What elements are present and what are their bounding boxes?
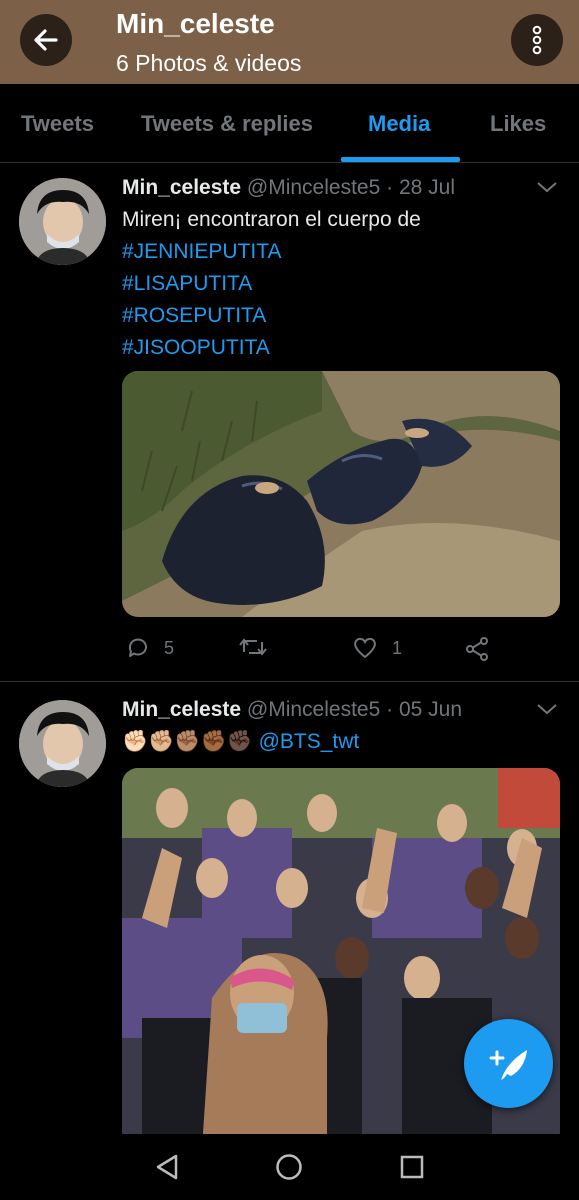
tab-tweets[interactable]: Tweets <box>21 111 94 137</box>
author-handle-date: @Minceleste5 · 28 Jul <box>246 176 455 199</box>
retweet-icon <box>239 638 267 656</box>
avatar-photo <box>19 700 106 787</box>
square-recents-icon <box>400 1155 424 1179</box>
tweet-header: Min_celeste @Minceleste5 · 05 Jun <box>122 698 462 722</box>
top-bar: Min_celeste 6 Photos & videos <box>0 0 579 84</box>
author-handle-date: @Minceleste5 · 05 Jun <box>246 698 462 721</box>
tab-likes[interactable]: Likes <box>490 111 546 137</box>
tab-media[interactable]: Media <box>368 111 430 137</box>
like-button[interactable]: 1 <box>352 636 402 660</box>
avatar-photo <box>19 178 106 265</box>
author-name[interactable]: Min_celeste <box>122 176 241 199</box>
hashtag-link[interactable]: #LISAPUTITA <box>122 272 252 296</box>
tweet-media-photo[interactable] <box>122 371 560 617</box>
system-navigation-bar <box>0 1134 579 1200</box>
chevron-down-icon[interactable] <box>536 702 558 716</box>
author-name[interactable]: Min_celeste <box>122 698 241 721</box>
back-button[interactable] <box>20 14 72 66</box>
reply-button[interactable]: 5 <box>126 636 174 660</box>
feather-plus-icon <box>489 1049 527 1080</box>
compose-tweet-button[interactable] <box>464 1019 553 1108</box>
more-options-button[interactable] <box>511 14 563 66</box>
chevron-down-icon[interactable] <box>536 180 558 194</box>
share-icon <box>466 637 488 661</box>
hashtag-link[interactable]: #JISOOPUTITA <box>122 336 270 360</box>
share-button[interactable] <box>464 636 490 662</box>
tweet-text: ✊🏻✊🏼✊🏽✊🏾✊🏿 @BTS_twt <box>122 730 359 754</box>
page-title: Min_celeste <box>116 8 275 39</box>
nav-back-button[interactable] <box>152 1152 182 1182</box>
hashtag-link[interactable]: #ROSEPUTITA <box>122 304 266 328</box>
avatar[interactable] <box>19 700 106 787</box>
speech-bubble-icon <box>128 638 147 657</box>
page-subtitle: 6 Photos & videos <box>116 50 302 76</box>
avatar[interactable] <box>19 178 106 265</box>
nav-home-button[interactable] <box>274 1152 304 1182</box>
reply-count: 5 <box>164 637 175 658</box>
tweet-text: Miren¡ encontraron el cuerpo de <box>122 208 421 231</box>
vertical-dots-icon <box>532 25 542 55</box>
nav-recents-button[interactable] <box>397 1152 427 1182</box>
arrow-left-icon <box>34 29 58 51</box>
circle-home-icon <box>276 1154 302 1180</box>
triangle-back-icon <box>156 1154 178 1180</box>
like-count: 1 <box>392 637 403 658</box>
heart-icon <box>354 637 376 659</box>
tweet-header: Min_celeste @Minceleste5 · 28 Jul <box>122 176 455 200</box>
raised-fist-emoji: ✊🏻✊🏼✊🏽✊🏾✊🏿 <box>122 730 253 753</box>
mention-link[interactable]: @BTS_twt <box>259 730 360 753</box>
hashtag-link[interactable]: #JENNIEPUTITA <box>122 240 281 264</box>
tweet[interactable]: Min_celeste @Minceleste5 · 28 Jul Miren¡… <box>0 162 579 680</box>
tab-tweets-replies[interactable]: Tweets & replies <box>141 111 313 137</box>
retweet-button[interactable] <box>238 636 282 658</box>
profile-tabs: Tweets Tweets & replies Media Likes <box>0 84 579 163</box>
